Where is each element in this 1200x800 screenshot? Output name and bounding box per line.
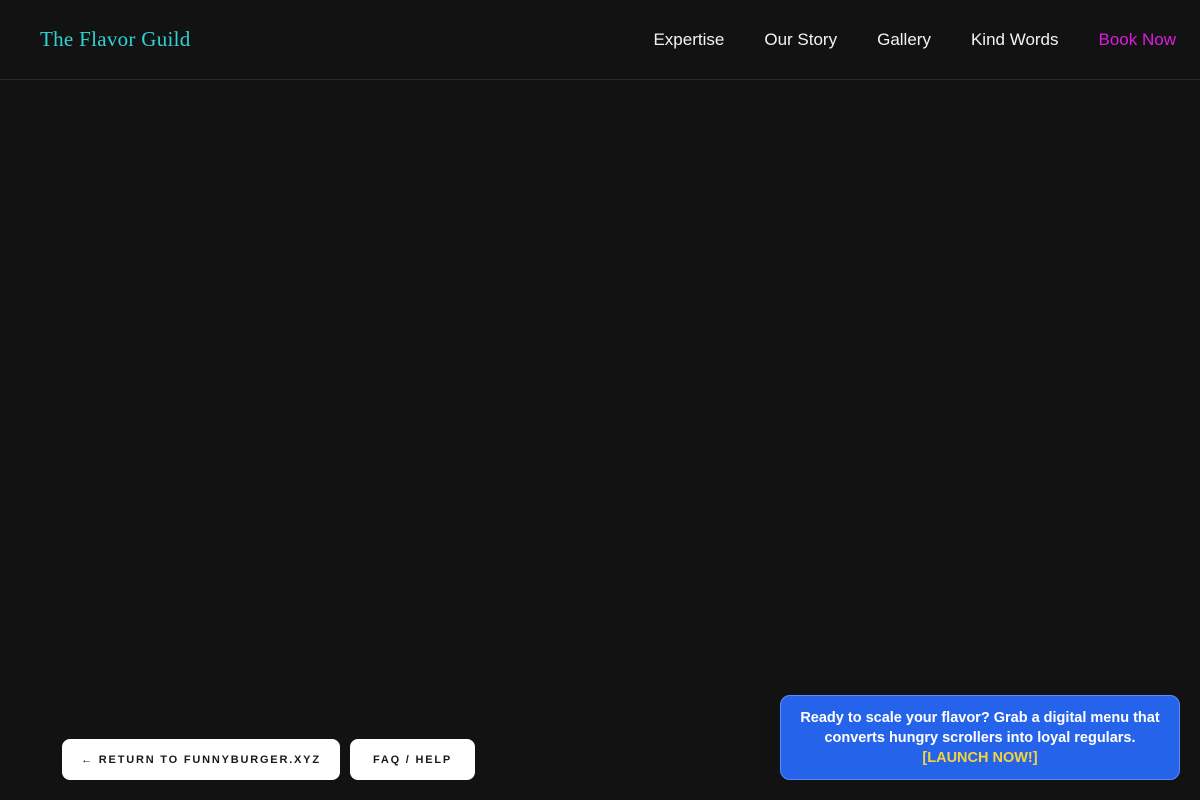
promo-text: Ready to scale your flavor? Grab a digit… [800,710,1160,746]
nav-link-book-now[interactable]: Book Now [1099,30,1176,50]
main-nav: Expertise Our Story Gallery Kind Words B… [653,30,1176,50]
nav-link-expertise[interactable]: Expertise [653,30,724,50]
promo-banner[interactable]: Ready to scale your flavor? Grab a digit… [780,695,1180,780]
nav-link-our-story[interactable]: Our Story [764,30,837,50]
launch-now-link[interactable]: [LAUNCH NOW!] [799,748,1161,768]
faq-help-button[interactable]: FAQ / HELP [350,739,475,780]
nav-link-kind-words[interactable]: Kind Words [971,30,1059,50]
return-to-site-button[interactable]: ← RETURN TO FUNNYBURGER.XYZ [62,739,340,780]
site-header: The Flavor Guild Expertise Our Story Gal… [0,0,1200,80]
brand-logo-link[interactable]: The Flavor Guild [40,27,191,52]
nav-link-gallery[interactable]: Gallery [877,30,931,50]
